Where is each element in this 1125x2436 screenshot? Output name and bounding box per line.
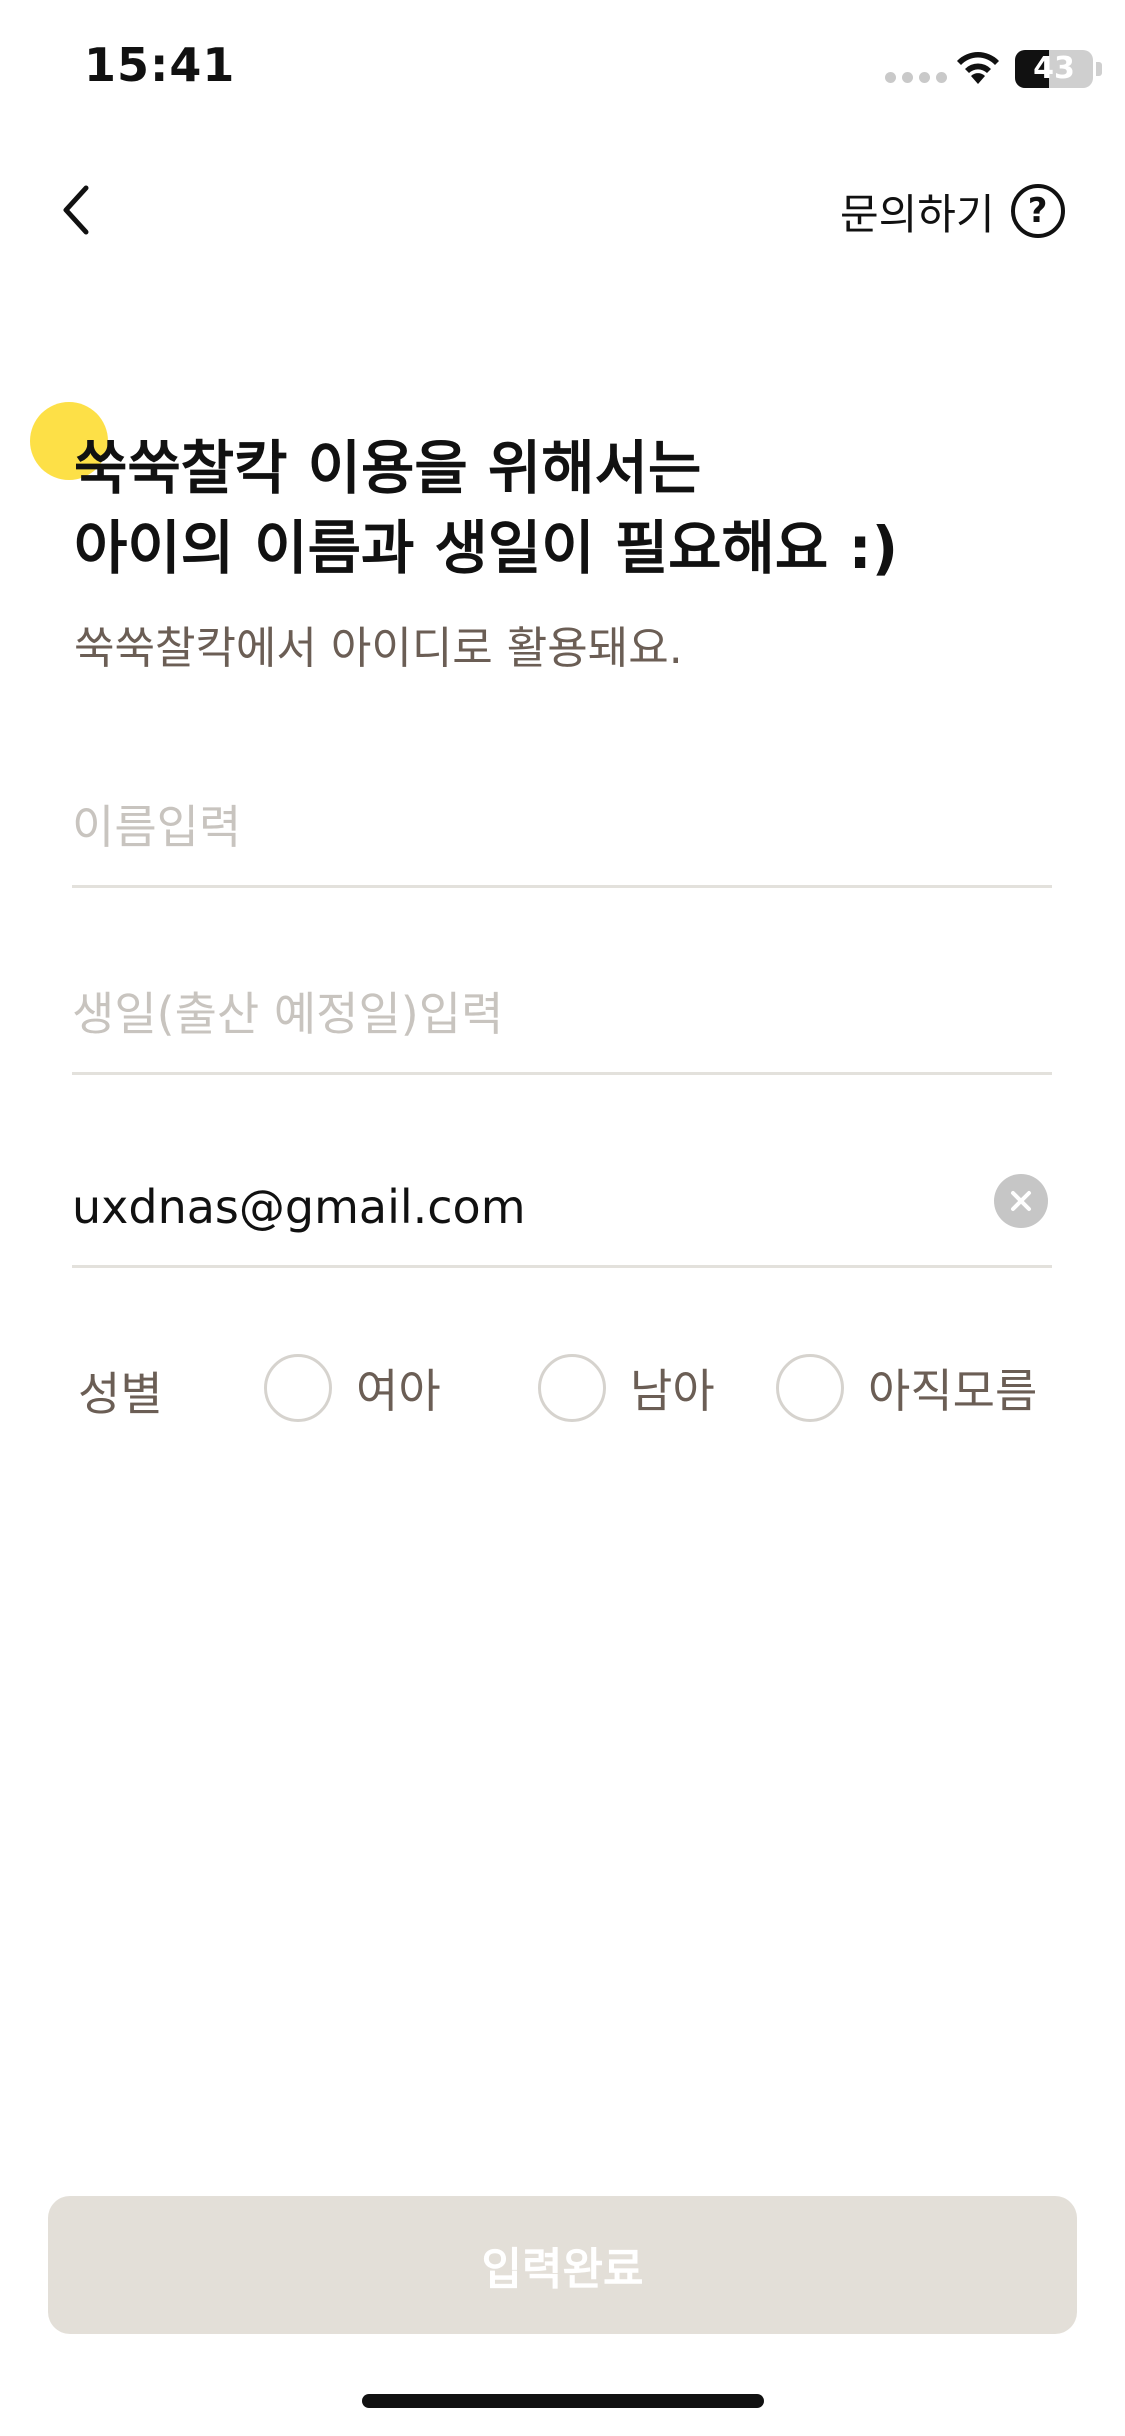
question-circle-icon: ? [1010, 184, 1065, 238]
name-field [72, 768, 1052, 888]
battery-icon: 43 [1015, 50, 1093, 88]
battery-level: 43 [1033, 51, 1075, 86]
radio-label: 남아 [630, 1364, 715, 1418]
radio-label: 아직모름 [868, 1364, 1038, 1418]
radio-label: 여아 [356, 1364, 441, 1418]
submit-button[interactable]: 입력완료 [48, 2196, 1077, 2334]
clear-button[interactable] [994, 1174, 1048, 1228]
page-title-line2: 아이의 이름과 생일이 필요해요 :) [74, 514, 899, 582]
status-bar: 15:41 43 [0, 0, 1125, 140]
page-title: 쑥쑥찰칵 이용을 위해서는 아이의 이름과 생일이 필요해요 :) [74, 428, 1074, 588]
signal-icon [885, 72, 947, 83]
radio-button[interactable] [776, 1354, 844, 1422]
email-input[interactable] [72, 1148, 972, 1265]
back-button[interactable] [36, 170, 116, 250]
inquiry-button[interactable]: 문의하기 ? [840, 176, 1065, 246]
gender-label: 성별 [78, 1367, 163, 1421]
status-time: 15:41 [84, 38, 236, 92]
gender-option-male[interactable]: 남아 [538, 1352, 715, 1424]
radio-button[interactable] [264, 1354, 332, 1422]
wifi-icon [957, 52, 999, 84]
home-indicator [362, 2394, 764, 2408]
name-input[interactable] [72, 768, 972, 885]
birthday-field [72, 955, 1052, 1075]
page-subtitle: 쑥쑥찰칵에서 아이디로 활용돼요. [74, 623, 683, 674]
radio-button[interactable] [538, 1354, 606, 1422]
chevron-left-icon [63, 185, 89, 235]
clear-icon [1011, 1191, 1031, 1211]
page-title-line1: 쑥쑥찰칵 이용을 위해서는 [74, 434, 702, 502]
battery-cap [1096, 62, 1102, 76]
birthday-input[interactable] [72, 955, 972, 1072]
gender-option-unknown[interactable]: 아직모름 [776, 1352, 1037, 1424]
email-field [72, 1148, 1052, 1268]
gender-option-female[interactable]: 여아 [264, 1352, 441, 1424]
inquiry-label: 문의하기 [840, 189, 995, 239]
